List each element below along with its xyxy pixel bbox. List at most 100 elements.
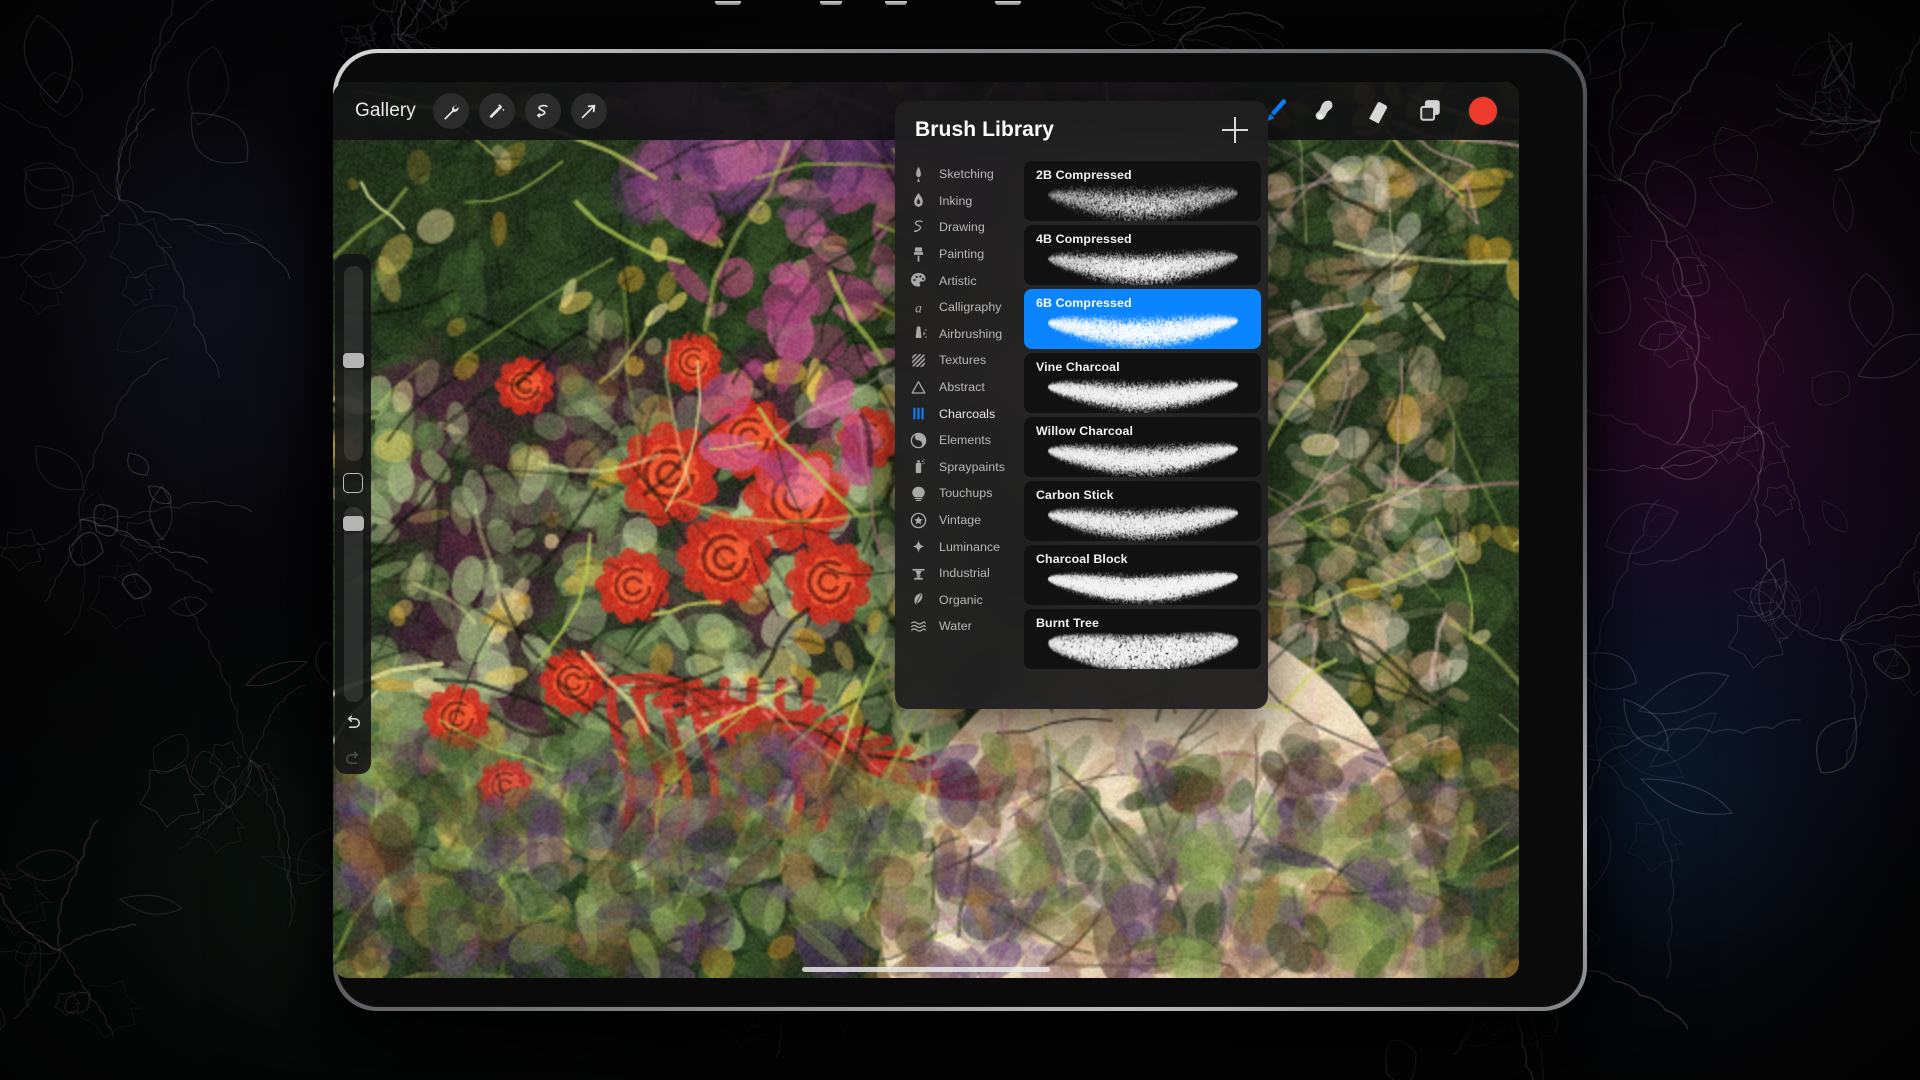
category-label: Organic [939, 592, 983, 607]
brush-size-slider[interactable] [342, 266, 364, 462]
triangle-icon [909, 378, 928, 397]
brush-category-airbrushing[interactable]: Airbrushing [895, 321, 1024, 348]
brush-category-touchups[interactable]: Touchups [895, 480, 1024, 507]
brush-opacity-slider[interactable] [342, 507, 364, 703]
eraser-icon[interactable] [1355, 93, 1401, 129]
brush-category-artistic[interactable]: Artistic [895, 267, 1024, 294]
brush-category-elements[interactable]: Elements [895, 427, 1024, 454]
brush-preview-list[interactable]: 2B Compressed 4B Compressed 6B Compressed V… [1024, 159, 1268, 709]
brush-category-calligraphy[interactable]: a Calligraphy [895, 294, 1024, 321]
brush-name: Charcoal Block [1036, 552, 1128, 566]
brush-library-panel: Brush Library Sketching Inking Drawing Pain… [895, 101, 1268, 709]
adjustments-wand-icon[interactable] [478, 93, 515, 129]
brush-item[interactable]: Carbon Stick [1024, 481, 1261, 541]
brush-library-header: Brush Library [895, 101, 1268, 159]
brush-category-luminance[interactable]: Luminance [895, 533, 1024, 560]
panel-title: Brush Library [915, 118, 1054, 141]
airbrush-icon [909, 324, 928, 343]
brush-category-vintage[interactable]: Vintage [895, 507, 1024, 534]
add-brush-plus-icon[interactable] [1222, 117, 1248, 143]
brush-name: 4B Compressed [1036, 232, 1132, 246]
letter-a-icon: a [909, 298, 928, 317]
category-label: Drawing [939, 220, 985, 235]
smudge-icon[interactable] [1303, 93, 1349, 129]
category-label: Sketching [939, 167, 994, 182]
category-label: Textures [939, 353, 987, 368]
brush-category-drawing[interactable]: Drawing [895, 214, 1024, 241]
brush-item[interactable]: Willow Charcoal [1024, 417, 1261, 477]
brush-item[interactable]: 2B Compressed [1024, 161, 1261, 221]
redo-button[interactable] [338, 744, 368, 774]
brush-category-textures[interactable]: Textures [895, 347, 1024, 374]
brush-name: 6B Compressed [1036, 296, 1132, 310]
brush-opacity-knob[interactable] [342, 515, 364, 531]
gallery-button[interactable]: Gallery [355, 100, 416, 122]
spray-can-icon [909, 457, 928, 476]
paint-brush-icon [909, 245, 928, 264]
category-label: Vintage [939, 513, 982, 528]
brush-item[interactable]: 4B Compressed [1024, 225, 1261, 285]
modify-button[interactable] [343, 473, 363, 494]
brush-category-list[interactable]: Sketching Inking Drawing Painting Artistic a C… [895, 159, 1024, 709]
brush-item[interactable]: Burnt Tree [1024, 609, 1261, 669]
brush-category-sketching[interactable]: Sketching [895, 161, 1024, 188]
three-bars-icon [909, 404, 928, 423]
category-label: Industrial [939, 566, 990, 581]
category-label: Calligraphy [939, 300, 1002, 315]
category-label: Touchups [939, 486, 993, 501]
brush-library-body: Sketching Inking Drawing Painting Artistic a C… [895, 159, 1268, 709]
ipad-screen: Gallery Brush Library Sketching Inking D… [333, 82, 1519, 978]
color-swatch-button[interactable] [1469, 97, 1497, 125]
brush-category-industrial[interactable]: Industrial [895, 560, 1024, 587]
hatch-square-icon [909, 351, 928, 370]
brush-category-inking[interactable]: Inking [895, 188, 1024, 215]
category-label: Painting [939, 247, 985, 262]
home-indicator [802, 967, 1050, 972]
brush-category-painting[interactable]: Painting [895, 241, 1024, 268]
leaf-icon [909, 590, 928, 609]
sparkle-icon [909, 537, 928, 556]
ink-drop-icon [909, 191, 928, 210]
brush-item[interactable]: Charcoal Block [1024, 545, 1261, 605]
brush-category-abstract[interactable]: Abstract [895, 374, 1024, 401]
brush-name: Carbon Stick [1036, 488, 1114, 502]
brush-category-water[interactable]: Water [895, 613, 1024, 640]
device-antenna-line [715, 1, 741, 5]
category-label: Inking [939, 193, 973, 208]
anvil-icon [909, 564, 928, 583]
screenshot-root: Gallery Brush Library Sketching Inking D… [0, 0, 1920, 1080]
brush-name: Vine Charcoal [1036, 360, 1120, 374]
brush-name: Burnt Tree [1036, 616, 1099, 630]
category-label: Spraypaints [939, 459, 1005, 474]
category-label: Elements [939, 433, 992, 448]
brush-category-organic[interactable]: Organic [895, 587, 1024, 614]
selection-s-icon[interactable] [524, 93, 561, 129]
brush-name: Willow Charcoal [1036, 424, 1134, 438]
category-label: Airbrushing [939, 326, 1003, 341]
brush-item[interactable]: 6B Compressed [1024, 289, 1261, 349]
star-circle-icon [909, 511, 928, 530]
brush-category-spraypaints[interactable]: Spraypaints [895, 454, 1024, 481]
palette-icon [909, 271, 928, 290]
brush-category-charcoals[interactable]: Charcoals [895, 400, 1024, 427]
waves-icon [909, 617, 928, 636]
category-label: Water [939, 619, 972, 634]
actions-wrench-icon[interactable] [432, 93, 469, 129]
category-label: Luminance [939, 539, 1001, 554]
device-antenna-line [885, 1, 907, 5]
category-label: Abstract [939, 380, 985, 395]
brush-name: 2B Compressed [1036, 168, 1132, 182]
brush-size-knob[interactable] [342, 353, 364, 369]
category-label: Artistic [939, 273, 977, 288]
category-label: Charcoals [939, 406, 996, 421]
svg-text:a: a [915, 300, 922, 315]
squiggle-icon [909, 218, 928, 237]
device-antenna-line [995, 1, 1021, 5]
undo-button[interactable] [338, 708, 368, 738]
brush-sidebar [335, 254, 371, 774]
device-antenna-line [820, 1, 842, 5]
transform-arrow-icon[interactable] [570, 93, 607, 129]
brush-item[interactable]: Vine Charcoal [1024, 353, 1261, 413]
pencil-tip-icon [909, 165, 928, 184]
layers-icon[interactable] [1407, 93, 1453, 129]
